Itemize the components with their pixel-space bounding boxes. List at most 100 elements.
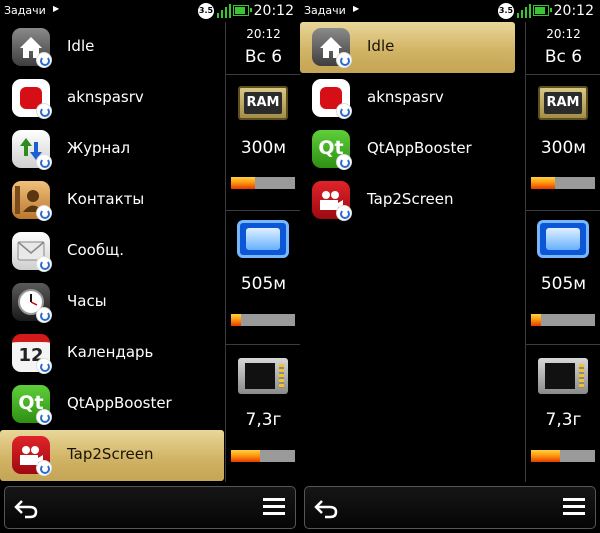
- network-type-badge: 3.5: [198, 3, 214, 19]
- sync-icon: [36, 256, 52, 272]
- phone-usage-fill: [231, 314, 241, 326]
- ram-free-value: 300м: [240, 138, 287, 158]
- divider: [226, 74, 300, 75]
- divider: [526, 210, 600, 211]
- status-bar: Задачи ▶ 3.5 20:12: [300, 0, 600, 22]
- app-label: aknspasrv: [367, 88, 444, 106]
- back-arrow-icon[interactable]: [13, 496, 39, 520]
- back-arrow-icon[interactable]: [313, 496, 339, 520]
- sidebar-date: Вс 6: [244, 47, 283, 67]
- phone-free-value: 505м: [540, 274, 587, 294]
- ram-label: RAM: [244, 92, 282, 114]
- sync-icon: [336, 103, 352, 119]
- memory-card-icon: [538, 358, 588, 394]
- status-title[interactable]: Задачи: [4, 4, 46, 17]
- task-switcher-screen-right: Задачи ▶ 3.5 20:12 Idle aknspasrv Qt QtA…: [300, 0, 600, 533]
- app-label: Idle: [367, 37, 395, 55]
- app-label: Tap2Screen: [67, 445, 154, 463]
- card-usage-bar: [531, 450, 595, 462]
- running-apps-list: Idle aknspasrv Журнал Контакты Сообщ. Ча…: [0, 22, 224, 482]
- app-item-idle[interactable]: Idle: [0, 22, 224, 73]
- network-type-badge: 3.5: [498, 3, 514, 19]
- app-item-tap2screen[interactable]: Tap2Screen: [0, 430, 224, 481]
- divider: [226, 210, 300, 211]
- app-item-messages[interactable]: Сообщ.: [0, 226, 224, 277]
- app-item-qtappbooster[interactable]: Qt QtAppBooster: [0, 379, 224, 430]
- divider: [526, 74, 600, 75]
- sync-icon: [336, 154, 352, 170]
- signal-strength-icon: [517, 4, 531, 18]
- ram-usage-fill: [531, 177, 556, 189]
- card-free-value: 7,3г: [545, 410, 582, 430]
- app-item-clock[interactable]: Часы: [0, 277, 224, 328]
- battery-icon: [233, 5, 252, 16]
- sidebar-date: Вс 6: [544, 47, 583, 67]
- app-label: Контакты: [67, 190, 145, 208]
- sync-icon: [36, 205, 52, 221]
- app-label: Журнал: [67, 139, 131, 157]
- app-item-qtappbooster[interactable]: Qt QtAppBooster: [300, 124, 524, 175]
- app-label: Сообщ.: [67, 241, 124, 259]
- status-clock: 20:12: [253, 3, 294, 19]
- memory-card-icon: [238, 358, 288, 394]
- app-item-tap2screen[interactable]: Tap2Screen: [300, 175, 524, 226]
- app-item-journal[interactable]: Журнал: [0, 124, 224, 175]
- status-title[interactable]: Задачи: [304, 4, 346, 17]
- ram-usage-bar: [231, 177, 295, 189]
- card-free-value: 7,3г: [245, 410, 282, 430]
- app-item-aknspasrv[interactable]: aknspasrv: [0, 73, 224, 124]
- sync-icon: [36, 409, 52, 425]
- sync-icon: [36, 307, 52, 323]
- app-label: Tap2Screen: [367, 190, 454, 208]
- status-dropdown-icon[interactable]: ▶: [53, 4, 59, 13]
- app-item-calendar[interactable]: 12 Календарь: [0, 328, 224, 379]
- status-bar: Задачи ▶ 3.5 20:12: [0, 0, 300, 22]
- sidebar-time: 20:12: [546, 27, 581, 41]
- ram-usage-fill: [231, 177, 256, 189]
- sync-icon: [36, 154, 52, 170]
- battery-icon: [533, 5, 552, 16]
- app-item-idle[interactable]: Idle: [300, 22, 515, 73]
- phone-memory-icon: [537, 220, 589, 258]
- sync-icon: [36, 103, 52, 119]
- app-item-contacts[interactable]: Контакты: [0, 175, 224, 226]
- task-switcher-screen-left: Задачи ▶ 3.5 20:12 Idle aknspasrv Журнал…: [0, 0, 300, 533]
- card-usage-bar: [231, 450, 295, 462]
- ram-label: RAM: [544, 92, 582, 114]
- ram-usage-bar: [531, 177, 595, 189]
- divider: [526, 344, 600, 345]
- phone-memory-icon: [237, 220, 289, 258]
- status-dropdown-icon[interactable]: ▶: [353, 4, 359, 13]
- status-clock: 20:12: [553, 3, 594, 19]
- memory-sidebar: 20:12 Вс 6 RAM 300м 505м 7,3г: [225, 22, 300, 482]
- options-menu-icon[interactable]: [263, 498, 285, 518]
- phone-usage-bar: [531, 314, 595, 326]
- phone-free-value: 505м: [240, 274, 287, 294]
- sync-icon: [36, 358, 52, 374]
- app-label: Календарь: [67, 343, 154, 361]
- app-label: aknspasrv: [67, 88, 144, 106]
- ram-free-value: 300м: [540, 138, 587, 158]
- card-usage-fill: [231, 450, 260, 462]
- phone-usage-fill: [531, 314, 541, 326]
- app-label: Часы: [67, 292, 107, 310]
- bottom-toolbar: [4, 486, 296, 529]
- card-usage-fill: [531, 450, 560, 462]
- sync-icon: [336, 205, 352, 221]
- bottom-toolbar: [304, 486, 596, 529]
- ram-chip-icon: RAM: [538, 86, 588, 120]
- app-label: QtAppBooster: [367, 139, 472, 157]
- phone-usage-bar: [231, 314, 295, 326]
- running-apps-list: Idle aknspasrv Qt QtAppBooster Tap2Scree…: [300, 22, 524, 482]
- app-label: Idle: [67, 37, 95, 55]
- signal-strength-icon: [217, 4, 231, 18]
- app-item-aknspasrv[interactable]: aknspasrv: [300, 73, 524, 124]
- sync-icon: [36, 460, 52, 476]
- sync-icon: [336, 52, 352, 68]
- options-menu-icon[interactable]: [563, 498, 585, 518]
- sync-icon: [36, 52, 52, 68]
- app-label: QtAppBooster: [67, 394, 172, 412]
- memory-sidebar: 20:12 Вс 6 RAM 300м 505м 7,3г: [525, 22, 600, 482]
- divider: [226, 344, 300, 345]
- sidebar-time: 20:12: [246, 27, 281, 41]
